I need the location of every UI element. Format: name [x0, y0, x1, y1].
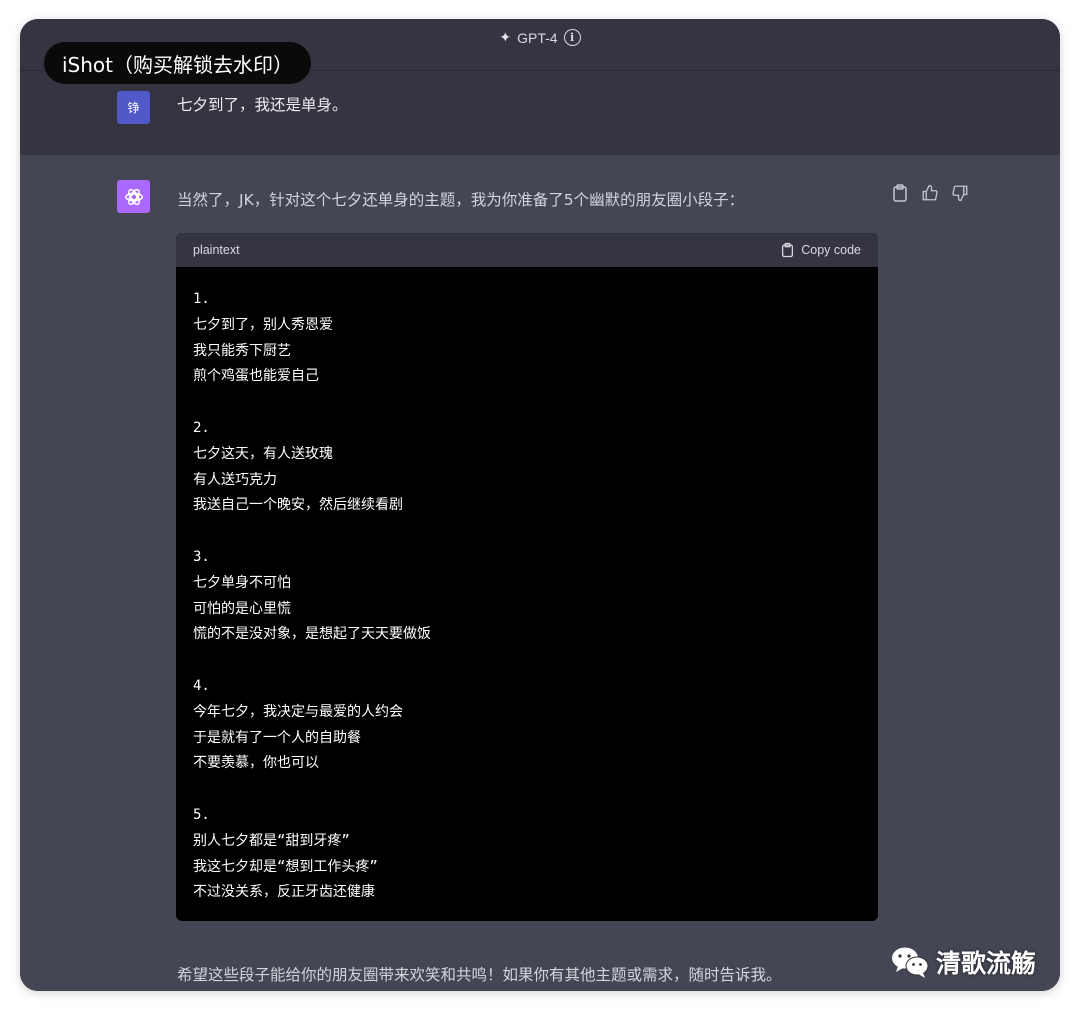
user-message-text: 七夕到了，我还是单身。 — [177, 96, 348, 114]
code-line: 七夕单身不可怕 — [193, 574, 291, 591]
code-line: 于是就有了一个人的自助餐 — [193, 729, 361, 746]
code-line: 慌的不是没对象，是想起了天天要做饭 — [193, 626, 431, 643]
clipboard-icon — [782, 242, 794, 258]
wechat-icon — [892, 947, 929, 978]
assistant-closing-text: 希望这些段子能给你的朋友圈带来欢笑和共鸣！如果你有其他主题或需求，随时告诉我。 — [177, 966, 782, 984]
copy-code-button[interactable]: Copy code — [781, 242, 861, 258]
code-line: 别人七夕都是“甜到牙疼” — [193, 832, 350, 849]
openai-logo-icon — [117, 180, 150, 213]
copy-code-label: Copy code — [801, 243, 861, 257]
clipboard-icon[interactable] — [890, 183, 910, 203]
sparkle-icon: ✦ — [499, 29, 512, 45]
code-language-label: plaintext — [193, 243, 240, 257]
wechat-brand: 清歌流觞 — [890, 944, 1036, 980]
user-avatar: 铮 — [117, 91, 150, 124]
assistant-intro-text: 当然了，JK，针对这个七夕还单身的主题，我为你准备了5个幽默的朋友圈小段子： — [177, 191, 745, 209]
model-indicator[interactable]: ✦ GPT-4 i — [499, 29, 581, 46]
code-line: 我这七夕却是“想到工作头疼” — [193, 858, 378, 875]
code-line: 1. — [193, 291, 210, 307]
code-line: 3. — [193, 548, 210, 565]
code-content: 1. 七夕到了，别人秀恩爱 我只能秀下厨艺煎个鸡蛋也能爱自己 2. 七夕这天，有人送玫瑰… — [176, 267, 878, 906]
code-block: plaintext Copy code 1. 七夕到了，别人秀恩爱 我只能秀下厨艺煎… — [176, 233, 878, 921]
code-line: 有人送巧克力 — [193, 471, 277, 488]
code-block-header: plaintext Copy code — [176, 233, 878, 267]
code-line: 七夕到了，别人秀恩爱 — [193, 316, 333, 333]
code-line: 5. — [193, 806, 210, 823]
code-line: 2. — [193, 419, 210, 436]
code-line: 煎个鸡蛋也能爱自己 — [193, 368, 319, 385]
ishot-watermark: iShot（购买解锁去水印） — [44, 42, 312, 84]
code-line: 不过没关系，反正牙齿还健康 — [193, 884, 375, 901]
model-label: GPT-4 — [517, 29, 558, 46]
thumbs-up-icon[interactable] — [920, 183, 940, 203]
message-actions — [890, 183, 970, 203]
code-line: 我送自己一个晚安，然后继续看剧 — [193, 497, 403, 514]
code-line: 七夕这天，有人送玫瑰 — [193, 445, 333, 462]
code-line: 今年七夕，我决定与最爱的人约会 — [193, 703, 403, 720]
code-line: 4. — [193, 677, 210, 694]
thumbs-down-icon[interactable] — [950, 183, 970, 203]
assistant-message-row: 当然了，JK，针对这个七夕还单身的主题，我为你准备了5个幽默的朋友圈小段子： p… — [20, 155, 1060, 991]
info-icon[interactable]: i — [563, 29, 581, 46]
code-line: 我只能秀下厨艺 — [193, 342, 291, 359]
brand-name: 清歌流觞 — [936, 949, 1037, 978]
code-line: 不要羡慕，你也可以 — [193, 755, 319, 772]
chat-window: ✦ GPT-4 i 铮 七夕到了，我还是单身。 当然了，JK，针对这个七夕还单身… — [20, 19, 1060, 991]
code-line: 可怕的是心里慌 — [193, 600, 291, 617]
